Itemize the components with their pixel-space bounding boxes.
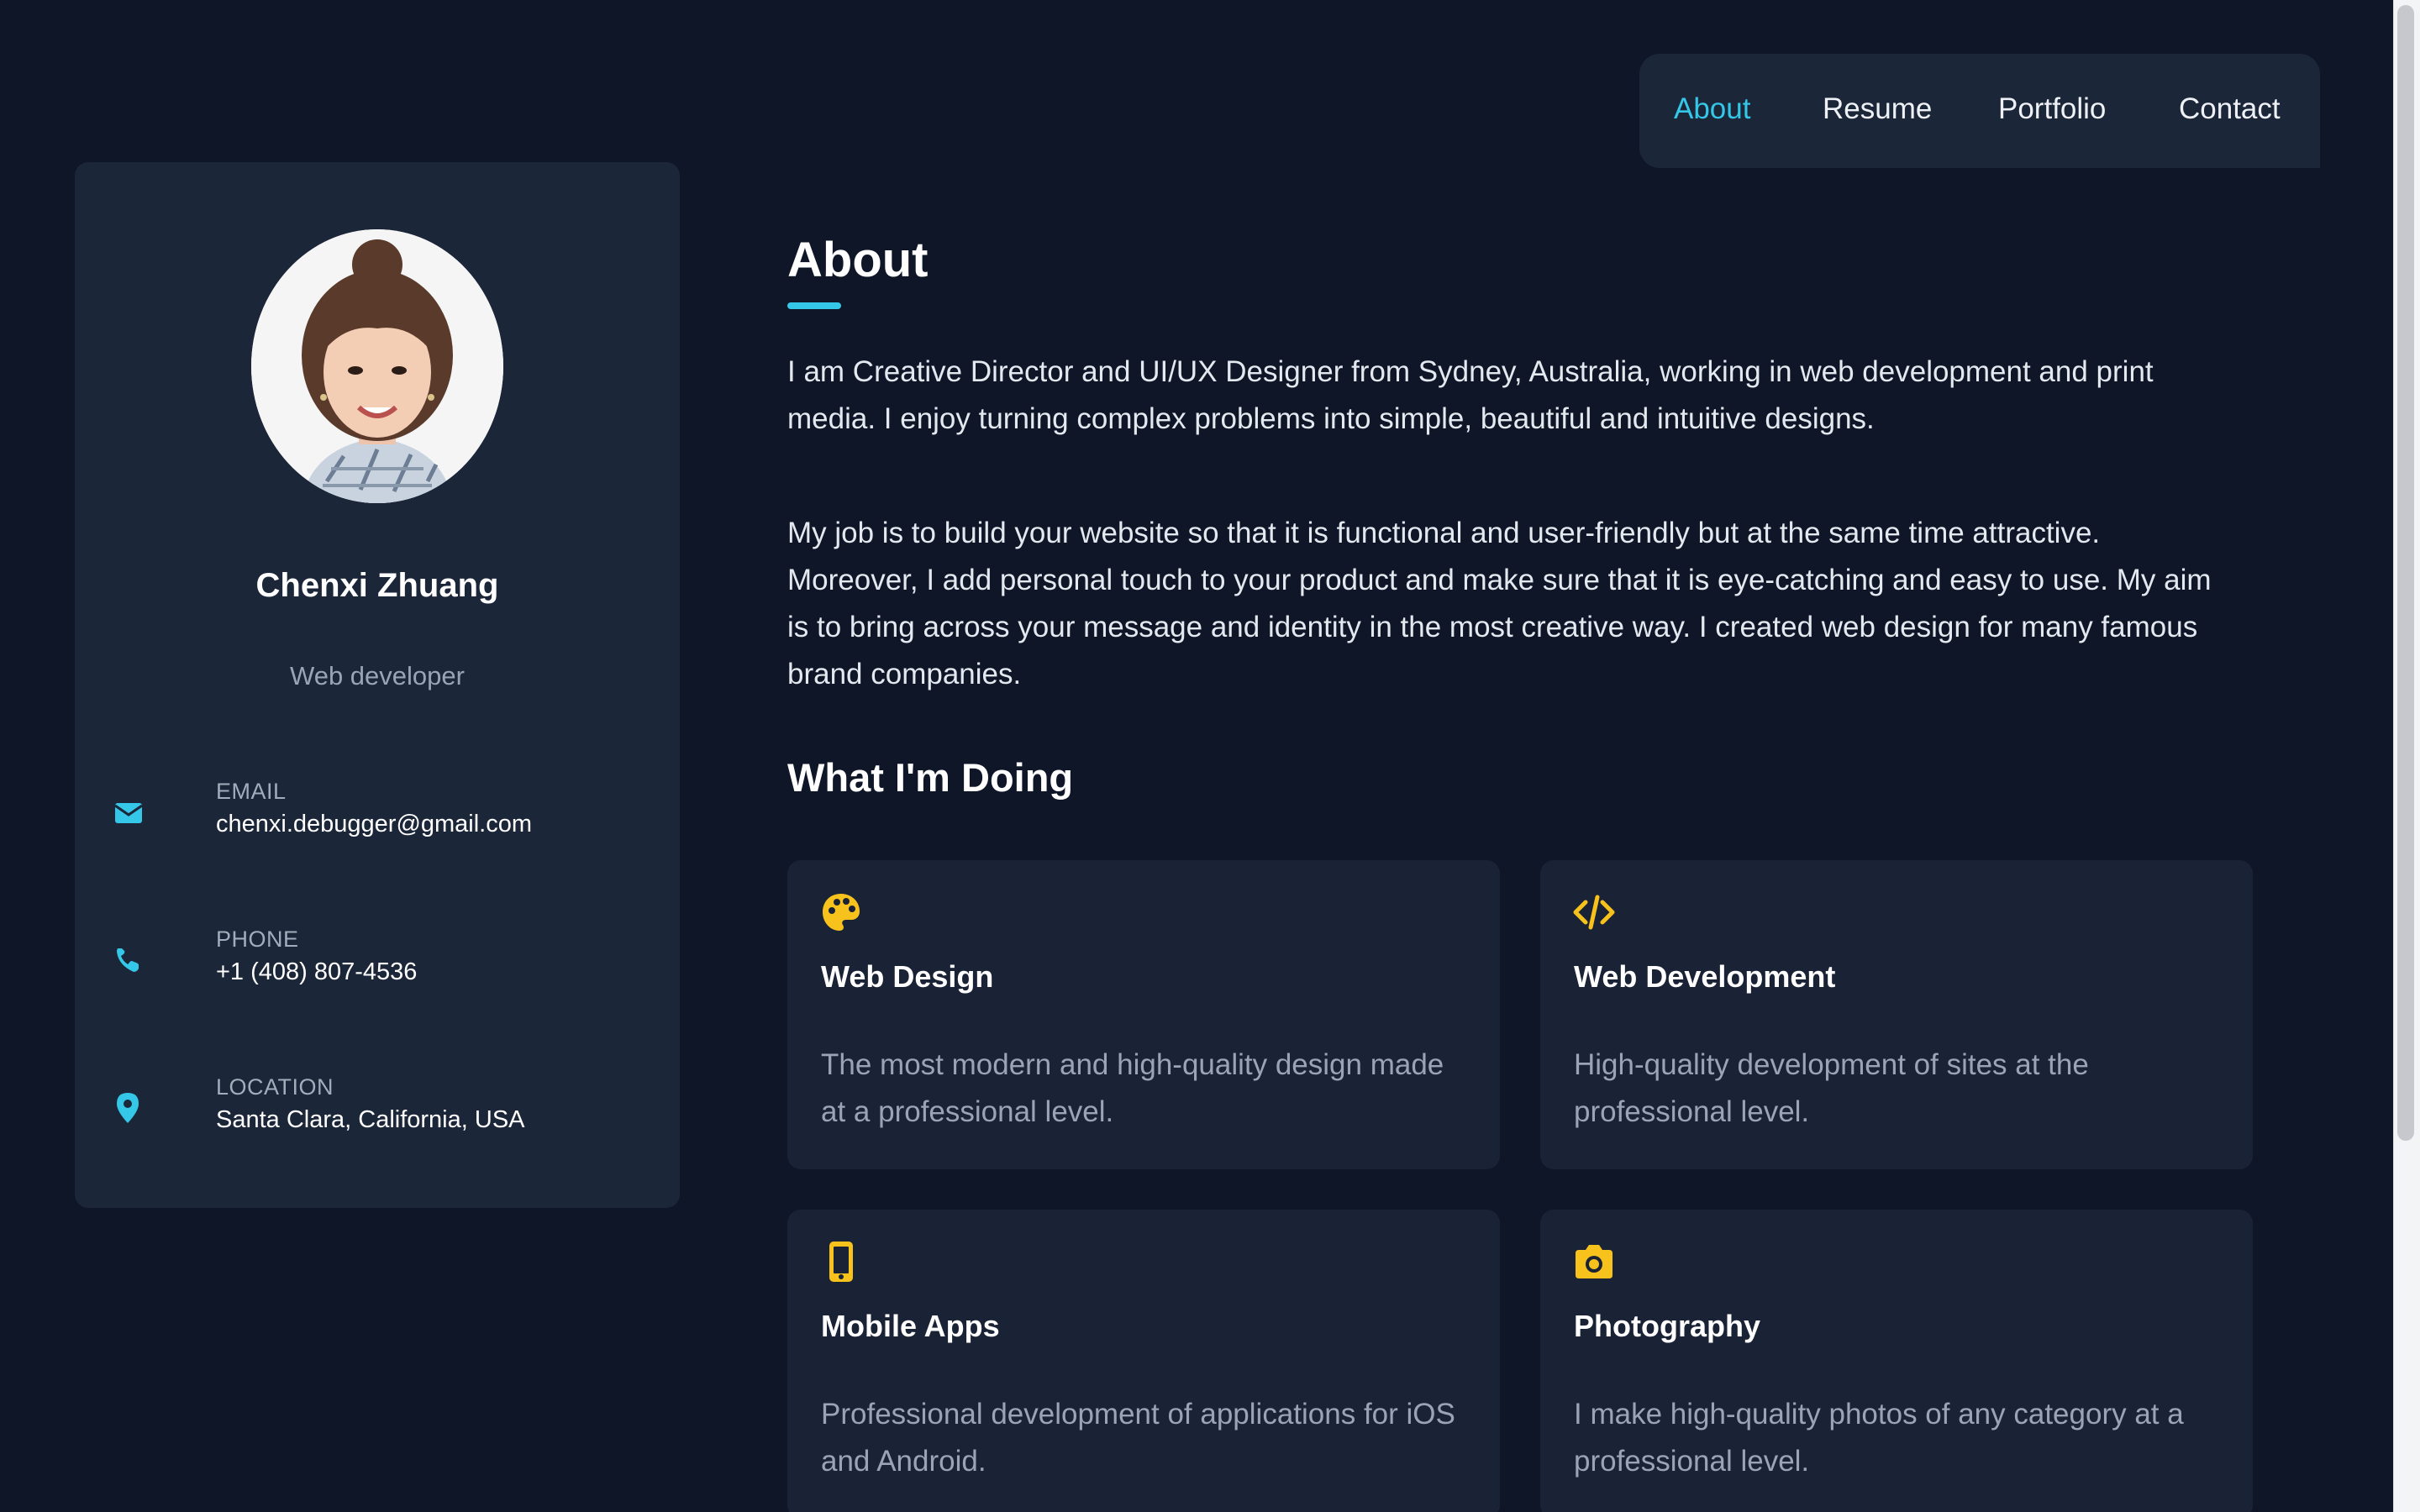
section-title: What I'm Doing — [787, 755, 1074, 800]
mobile-icon — [829, 1242, 853, 1282]
portfolio-page: Chenxi Zhuang Web developer EMAIL chenxi… — [0, 0, 2420, 1512]
service-title: Photography — [1574, 1309, 1760, 1343]
title-underline — [787, 302, 841, 309]
contact-location: LOCATION Santa Clara, California, USA — [108, 1074, 663, 1142]
profile-name: Chenxi Zhuang — [255, 567, 499, 604]
avatar-photo-icon — [251, 229, 503, 503]
service-description: The most modern and high-quality design … — [821, 1048, 1444, 1128]
envelope-icon — [114, 803, 143, 823]
email-link[interactable]: chenxi.debugger@gmail.com — [216, 811, 532, 838]
service-description: High-quality development of sites at the… — [1574, 1048, 2089, 1128]
contact-label: PHONE — [216, 927, 299, 952]
camera-icon — [1576, 1245, 1612, 1278]
service-title: Web Design — [821, 959, 994, 994]
palette-icon — [823, 894, 860, 931]
service-card-photography: Photography I make high-quality photos o… — [1540, 1210, 2253, 1512]
contact-phone: PHONE +1 (408) 807-4536 — [108, 927, 663, 994]
phone-link[interactable]: +1 (408) 807-4536 — [216, 958, 417, 986]
service-card-web-design: Web Design The most modern and high-qual… — [787, 860, 1500, 1169]
code-icon — [1573, 895, 1615, 930]
scrollbar-thumb[interactable] — [2397, 5, 2414, 1141]
contact-email: EMAIL chenxi.debugger@gmail.com — [108, 779, 663, 846]
page-title: About — [787, 233, 929, 287]
nav-portfolio[interactable]: Portfolio — [1998, 92, 2106, 126]
location-text: Santa Clara, California, USA — [216, 1106, 525, 1133]
map-pin-icon — [117, 1093, 139, 1123]
service-description: Professional development of applications… — [821, 1398, 1455, 1478]
service-card-web-development: Web Development High-quality development… — [1540, 860, 2253, 1169]
nav-contact[interactable]: Contact — [2179, 92, 2281, 126]
about-paragraph-1: I am Creative Director and UI/UX Designe… — [787, 355, 2154, 435]
service-description: I make high-quality photos of any catego… — [1574, 1398, 2184, 1478]
top-navbar: About Resume Portfolio Contact — [1639, 54, 2320, 168]
contact-label: LOCATION — [216, 1074, 334, 1100]
about-paragraph-2: My job is to build your website so that … — [787, 517, 2212, 690]
nav-resume[interactable]: Resume — [1823, 92, 1932, 126]
profile-sidebar: Chenxi Zhuang Web developer EMAIL chenxi… — [75, 162, 680, 1208]
profile-avatar — [251, 229, 503, 503]
nav-about[interactable]: About — [1674, 92, 1750, 126]
contact-label: EMAIL — [216, 779, 287, 804]
service-title: Mobile Apps — [821, 1309, 1000, 1343]
phone-icon — [117, 948, 139, 972]
service-title: Web Development — [1574, 959, 1836, 994]
profile-role: Web developer — [290, 661, 465, 690]
service-card-mobile-apps: Mobile Apps Professional development of … — [787, 1210, 1500, 1512]
